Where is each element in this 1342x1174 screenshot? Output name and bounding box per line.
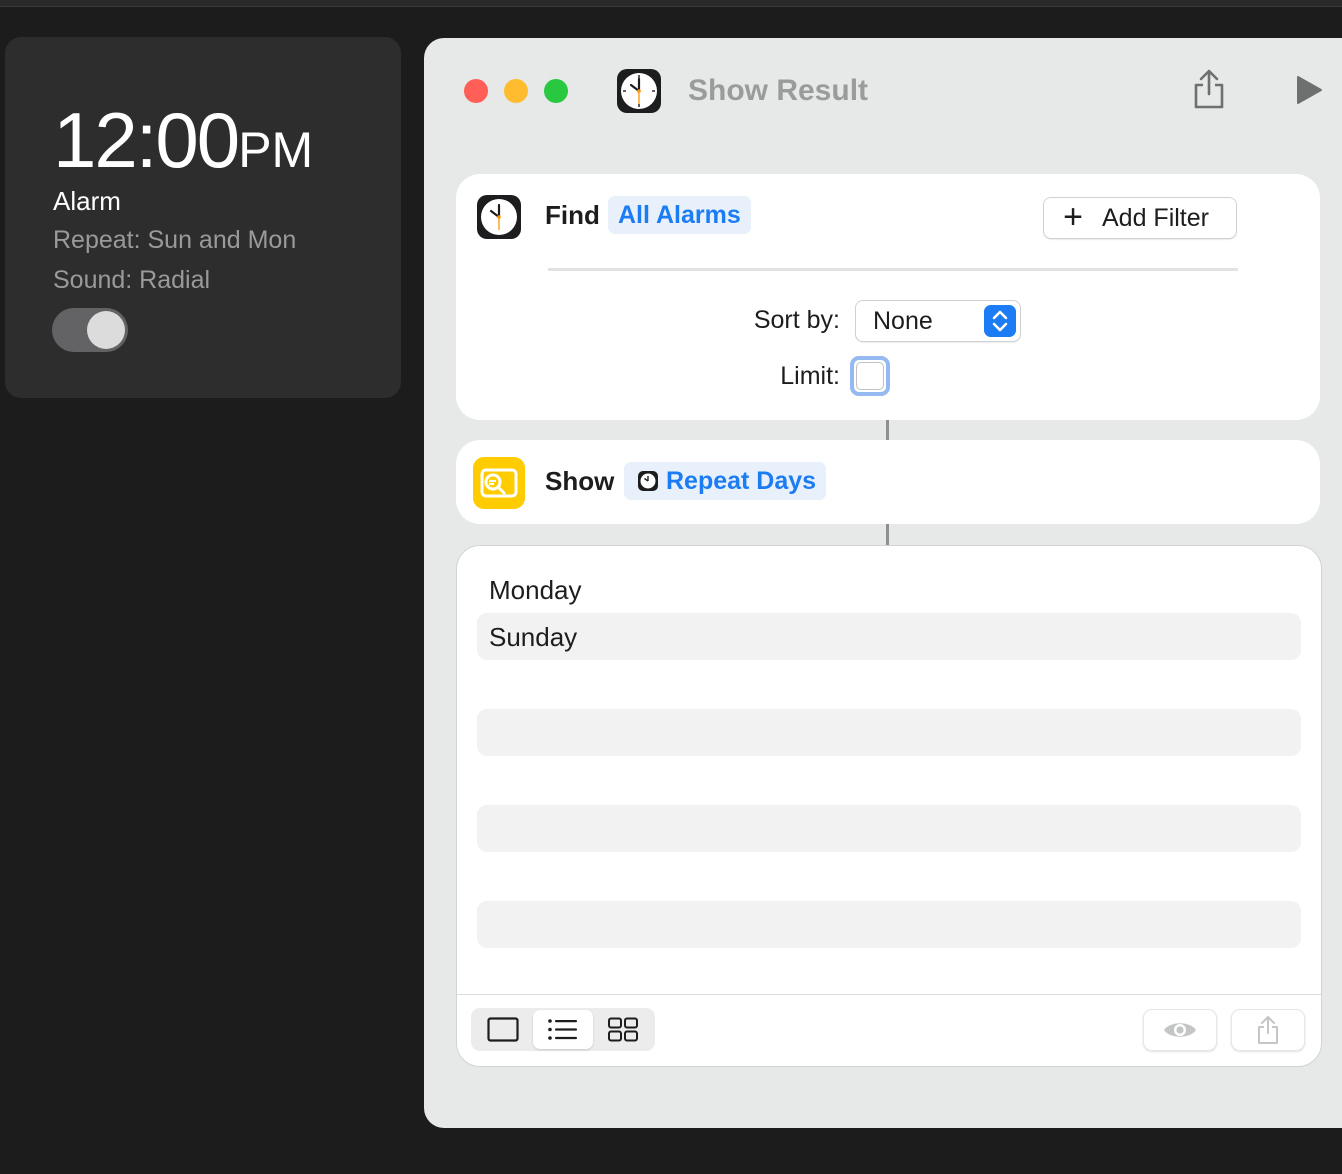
- list-view-button[interactable]: [533, 1010, 593, 1049]
- list-item-label: Sunday: [489, 622, 578, 652]
- clock-icon: [638, 471, 658, 491]
- repeat-days-label: Repeat Days: [666, 466, 817, 495]
- list-item-label: Monday: [489, 575, 582, 605]
- action-connector: [886, 420, 889, 440]
- share-icon[interactable]: [1192, 68, 1226, 110]
- alarm-time: 12:00PM: [53, 95, 313, 186]
- result-panel: Monday Sunday: [456, 545, 1322, 1067]
- result-footer: [457, 994, 1321, 1066]
- show-result-action[interactable]: Show Repeat Days: [456, 440, 1320, 524]
- empty-row: [477, 661, 1301, 708]
- alarm-sound: Sound: Radial: [53, 266, 211, 294]
- add-filter-button[interactable]: + Add Filter: [1043, 197, 1237, 239]
- add-filter-label: Add Filter: [1102, 203, 1209, 232]
- alarm-widget[interactable]: 12:00PM Alarm Repeat: Sun and Mon Sound:…: [5, 37, 401, 398]
- shortcut-window: Show Result Find All Alarms + Add Filter…: [424, 38, 1342, 1128]
- minimize-window-button[interactable]: [504, 79, 528, 103]
- play-icon[interactable]: [1294, 74, 1324, 106]
- alarm-label: Alarm: [53, 186, 121, 216]
- view-mode-segmented-control[interactable]: [471, 1008, 655, 1051]
- limit-checkbox[interactable]: [850, 356, 890, 396]
- empty-row: [477, 853, 1301, 900]
- empty-row: [477, 805, 1301, 852]
- action-connector: [886, 524, 889, 545]
- grid-icon: [608, 1017, 638, 1042]
- repeat-days-token[interactable]: Repeat Days: [624, 462, 827, 500]
- top-strip: [0, 0, 1342, 7]
- single-item-icon: [487, 1017, 519, 1042]
- empty-row: [477, 901, 1301, 948]
- window-title: Show Result: [688, 74, 869, 107]
- grid-view-button[interactable]: [593, 1010, 653, 1049]
- all-alarms-token[interactable]: All Alarms: [608, 196, 751, 234]
- chevron-up-down-icon: [984, 305, 1016, 337]
- eye-icon: [1164, 1023, 1196, 1037]
- alarm-time-digits: 12:00: [53, 96, 240, 184]
- show-label: Show: [545, 466, 615, 496]
- clock-icon: [617, 69, 661, 113]
- limit-label: Limit:: [780, 362, 840, 390]
- quick-look-button[interactable]: [1143, 1009, 1217, 1051]
- alarm-repeat: Repeat: Sun and Mon: [53, 226, 297, 254]
- zoom-window-button[interactable]: [544, 79, 568, 103]
- close-window-button[interactable]: [464, 79, 488, 103]
- single-item-view-button[interactable]: [473, 1010, 533, 1049]
- list-icon: [548, 1019, 577, 1040]
- sort-by-value: None: [873, 306, 933, 335]
- sort-by-label: Sort by:: [753, 306, 840, 334]
- clock-icon: [477, 195, 521, 239]
- empty-row: [477, 709, 1301, 756]
- share-icon: [1258, 1016, 1278, 1044]
- list-item[interactable]: Monday: [477, 566, 1301, 613]
- empty-row: [477, 757, 1301, 804]
- sort-by-select[interactable]: None: [855, 300, 1021, 342]
- find-label: Find: [545, 200, 600, 230]
- alarm-enabled-toggle[interactable]: [52, 308, 128, 352]
- alarm-ampm: PM: [238, 122, 314, 178]
- export-button[interactable]: [1231, 1009, 1305, 1051]
- show-result-icon: [473, 457, 525, 509]
- list-item[interactable]: Sunday: [477, 613, 1301, 660]
- plus-icon: +: [1063, 197, 1083, 236]
- toggle-knob: [87, 311, 125, 349]
- divider: [548, 268, 1238, 271]
- find-alarms-action[interactable]: Find All Alarms + Add Filter Sort by: No…: [456, 174, 1320, 420]
